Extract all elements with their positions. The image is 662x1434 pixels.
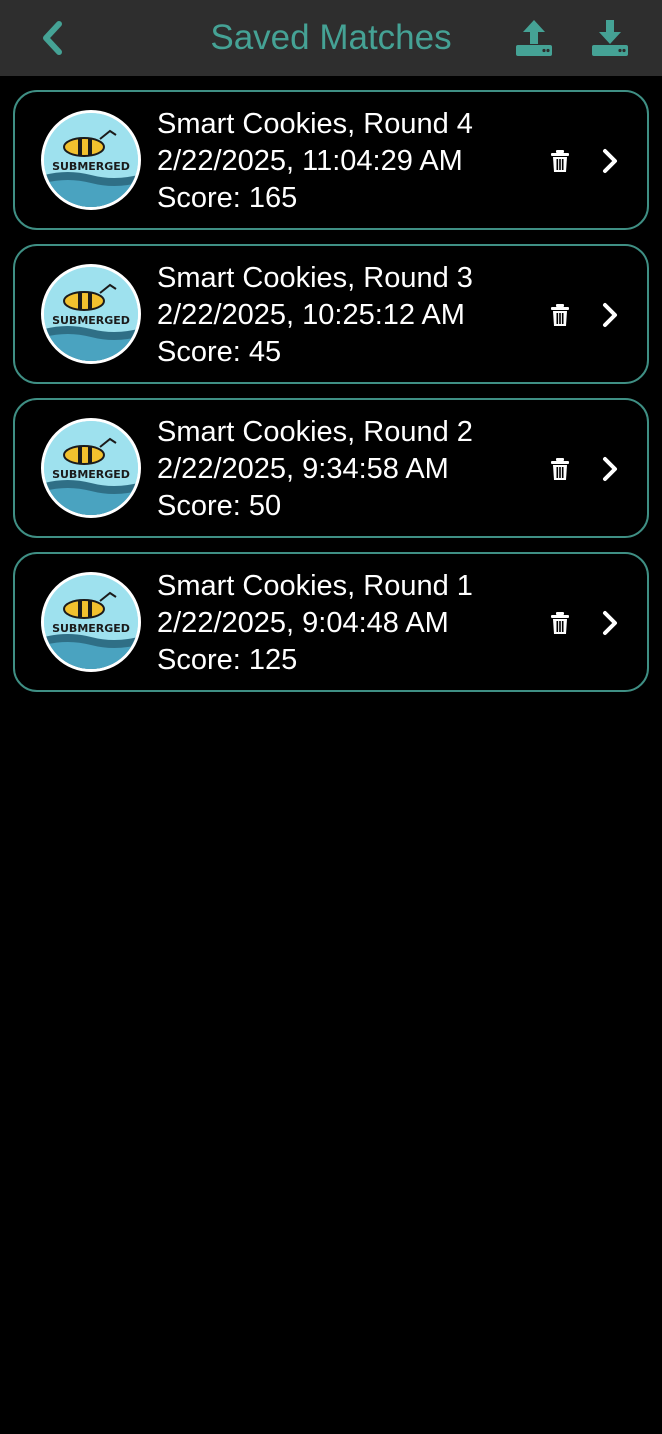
open-match-button[interactable] — [595, 144, 625, 178]
match-score: Score: 165 — [157, 182, 298, 214]
trash-icon — [551, 612, 569, 634]
delete-button[interactable] — [545, 454, 575, 484]
match-title: Smart Cookies, Round 3 — [157, 262, 473, 294]
submerged-logo: SUBMERGED — [41, 110, 141, 210]
delete-button[interactable] — [545, 300, 575, 330]
open-match-button[interactable] — [595, 298, 625, 332]
download-icon — [592, 20, 628, 56]
saved-matches-list: SUBMERGED Smart Cookies, Round 4 2/22/20… — [13, 90, 649, 706]
trash-icon — [551, 304, 569, 326]
open-match-button[interactable] — [595, 452, 625, 486]
match-card[interactable]: SUBMERGED Smart Cookies, Round 1 2/22/20… — [13, 552, 649, 692]
logo-text: SUBMERGED — [52, 314, 130, 327]
match-score: Score: 50 — [157, 490, 282, 522]
match-card[interactable]: SUBMERGED Smart Cookies, Round 3 2/22/20… — [13, 244, 649, 384]
submerged-logo: SUBMERGED — [41, 418, 141, 518]
open-match-button[interactable] — [595, 606, 625, 640]
match-score: Score: 125 — [157, 644, 298, 676]
match-card[interactable]: SUBMERGED Smart Cookies, Round 4 2/22/20… — [13, 90, 649, 230]
match-datetime: 2/22/2025, 9:34:58 AM — [157, 453, 449, 485]
app-header: Saved Matches — [0, 0, 662, 76]
page-title: Saved Matches — [210, 18, 452, 57]
chevron-right-icon — [603, 611, 617, 635]
trash-icon — [551, 150, 569, 172]
upload-icon — [516, 20, 552, 56]
match-card[interactable]: SUBMERGED Smart Cookies, Round 2 2/22/20… — [13, 398, 649, 538]
match-score: Score: 45 — [157, 336, 282, 368]
download-button[interactable] — [588, 16, 632, 60]
match-title: Smart Cookies, Round 1 — [157, 570, 473, 602]
match-title: Smart Cookies, Round 2 — [157, 416, 473, 448]
chevron-right-icon — [603, 303, 617, 327]
match-datetime: 2/22/2025, 9:04:48 AM — [157, 607, 449, 639]
delete-button[interactable] — [545, 146, 575, 176]
upload-button[interactable] — [512, 16, 556, 60]
match-title: Smart Cookies, Round 4 — [157, 108, 473, 140]
match-datetime: 2/22/2025, 10:25:12 AM — [157, 299, 465, 331]
match-datetime: 2/22/2025, 11:04:29 AM — [157, 145, 463, 177]
submerged-logo: SUBMERGED — [41, 572, 141, 672]
trash-icon — [551, 458, 569, 480]
delete-button[interactable] — [545, 608, 575, 638]
logo-text: SUBMERGED — [52, 468, 130, 481]
submerged-logo: SUBMERGED — [41, 264, 141, 364]
chevron-right-icon — [603, 149, 617, 173]
logo-text: SUBMERGED — [52, 160, 130, 173]
chevron-right-icon — [603, 457, 617, 481]
logo-text: SUBMERGED — [52, 622, 130, 635]
